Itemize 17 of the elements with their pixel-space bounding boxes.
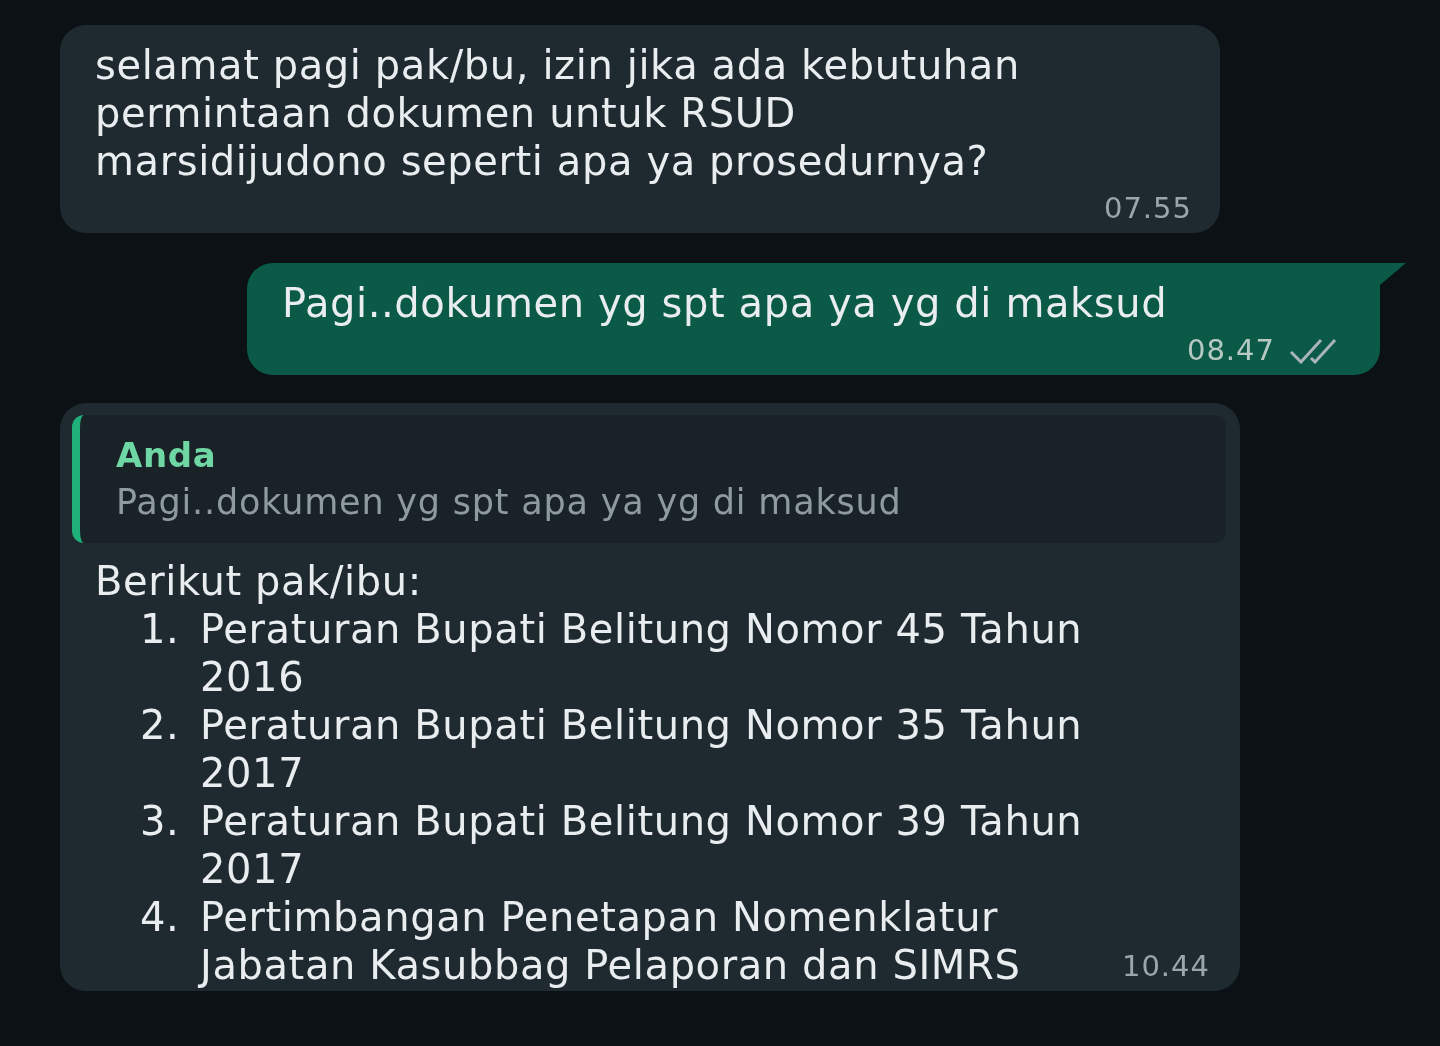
list-item-text: Pertimbangan Penetapan Nomenklatur Jabatan Kasubbag Pelaporan dan SIMRS <box>200 893 1022 989</box>
message-text: selamat pagi pak/bu, izin jika ada kebutuhan permintaan dokumen untuk RSUD marsidijudono seperti apa ya prosedurnya? <box>95 41 1021 185</box>
quote-text: Pagi..dokumen yg spt apa ya yg di maksud <box>116 481 903 524</box>
message-time: 10.44 <box>1121 949 1210 983</box>
list-number: 2. <box>140 701 181 750</box>
list-number: 3. <box>140 797 181 846</box>
message-text: Pagi..dokumen yg spt apa ya yg di maksud <box>282 279 1169 327</box>
list-item-text: Peraturan Bupati Belitung Nomor 35 Tahun 2017 <box>200 701 1083 797</box>
list-number: 4. <box>140 893 181 942</box>
quoted-message[interactable]: Anda Pagi..dokumen yg spt apa ya yg di maksud <box>72 415 1226 543</box>
message-text: Berikut pak/ibu: <box>95 557 423 605</box>
list-item-text: Peraturan Bupati Belitung Nomor 45 Tahun 2016 <box>200 605 1083 701</box>
quote-author: Anda <box>116 434 218 477</box>
list-number: 1. <box>140 605 181 654</box>
message-time: 07.55 <box>1103 191 1192 225</box>
message-time: 08.47 <box>1186 333 1275 367</box>
list-item-text: Peraturan Bupati Belitung Nomor 39 Tahun 2017 <box>200 797 1083 893</box>
